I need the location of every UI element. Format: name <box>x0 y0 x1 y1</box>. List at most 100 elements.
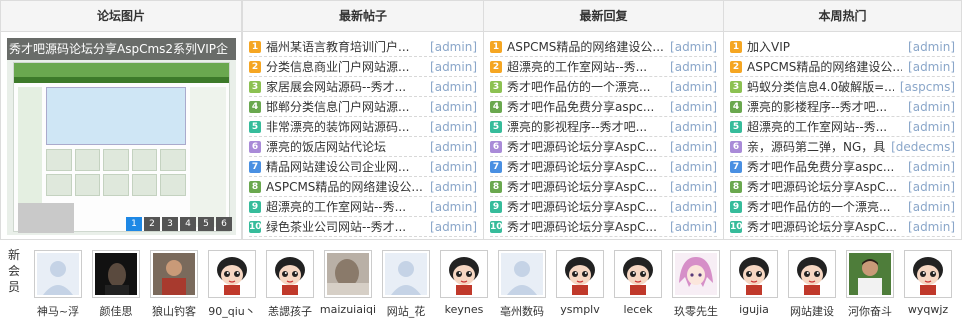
author-link[interactable]: [admin] <box>430 117 477 137</box>
slide-caption[interactable]: 秀才吧源码论坛分享AspCms2系列VIP企 <box>7 38 236 60</box>
slide-image[interactable] <box>13 62 230 233</box>
thread-title-link[interactable]: 绿色茶业公司网站--秀才... <box>266 217 424 237</box>
member-name-link[interactable]: keynes <box>435 303 493 316</box>
thread-title-link[interactable]: ASPCMS精品的网络建设公... <box>266 177 424 197</box>
thread-title-link[interactable]: 分类信息商业门户网站源... <box>266 57 424 77</box>
member-avatar[interactable] <box>730 250 778 298</box>
author-link[interactable]: [admin] <box>430 177 477 197</box>
thread-title-link[interactable]: 秀才吧源码论坛分享AspC... <box>507 157 664 177</box>
member-name-link[interactable]: igujia <box>725 303 783 316</box>
thread-title-link[interactable]: 秀才吧源码论坛分享AspC... <box>507 177 664 197</box>
member-card[interactable]: 网站建设 <box>783 250 841 319</box>
member-card[interactable]: igujia <box>725 250 783 316</box>
author-link[interactable]: [dedecms] <box>891 137 955 157</box>
thread-title-link[interactable]: 秀才吧源码论坛分享AspC... <box>507 197 664 217</box>
member-card[interactable]: 网站_花 <box>377 250 435 319</box>
slide-page-button[interactable]: 1 <box>126 217 142 231</box>
member-card[interactable]: 颜佳思 <box>87 250 145 319</box>
member-avatar[interactable] <box>208 250 256 298</box>
member-name-link[interactable]: 恙諰孩子 <box>261 303 319 319</box>
member-avatar[interactable] <box>556 250 604 298</box>
thread-title-link[interactable]: 超漂亮的工作室网站--秀... <box>266 197 424 217</box>
member-name-link[interactable]: 网站_花 <box>377 303 435 319</box>
member-card[interactable]: 神马~浮 <box>29 250 87 319</box>
member-card[interactable]: maizuiaiqi <box>319 250 377 316</box>
author-link[interactable]: [admin] <box>670 197 717 217</box>
member-avatar[interactable] <box>266 250 314 298</box>
author-link[interactable]: [admin] <box>670 137 717 157</box>
thread-title-link[interactable]: 家居展会网站源码--秀才... <box>266 77 424 97</box>
thread-title-link[interactable]: 漂亮的饭店网站代论坛 <box>266 137 424 157</box>
thread-title-link[interactable]: 秀才吧作品免费分享aspc... <box>507 97 664 117</box>
member-card[interactable]: 恙諰孩子 <box>261 250 319 319</box>
author-link[interactable]: [admin] <box>670 37 717 57</box>
author-link[interactable]: [admin] <box>670 57 717 77</box>
author-link[interactable]: [admin] <box>430 77 477 97</box>
thread-title-link[interactable]: 邯郸分类信息门户网站源... <box>266 97 424 117</box>
author-link[interactable]: [admin] <box>908 57 955 77</box>
author-link[interactable]: [admin] <box>430 217 477 237</box>
member-card[interactable]: 90_qiu丶 <box>203 250 261 319</box>
author-link[interactable]: [admin] <box>908 37 955 57</box>
member-avatar[interactable] <box>614 250 662 298</box>
thread-title-link[interactable]: 秀才吧源码论坛分享AspC... <box>747 217 902 237</box>
thread-title-link[interactable]: 蚂蚁分类信息4.0破解版=... <box>747 77 894 97</box>
member-name-link[interactable]: 90_qiu丶 <box>203 303 261 319</box>
member-name-link[interactable]: maizuiaiqi <box>319 303 377 316</box>
member-avatar[interactable] <box>672 250 720 298</box>
member-card[interactable]: 亳州数码 <box>493 250 551 319</box>
author-link[interactable]: [admin] <box>670 217 717 237</box>
slide-page-button[interactable]: 6 <box>216 217 232 231</box>
thread-title-link[interactable]: ASPCMS精品的网络建设公... <box>507 37 664 57</box>
thread-title-link[interactable]: 漂亮的影楼程序--秀才吧... <box>747 97 902 117</box>
member-avatar[interactable] <box>788 250 836 298</box>
member-name-link[interactable]: 网站建设 <box>783 303 841 319</box>
thread-title-link[interactable]: 超漂亮的工作室网站--秀... <box>507 57 664 77</box>
thread-title-link[interactable]: 精品网站建设公司企业网... <box>266 157 424 177</box>
author-link[interactable]: [admin] <box>908 217 955 237</box>
member-card[interactable]: ysmplv <box>551 250 609 316</box>
thread-title-link[interactable]: ASPCMS精品的网络建设公... <box>747 57 902 77</box>
member-avatar[interactable] <box>440 250 488 298</box>
member-name-link[interactable]: wyqwjz <box>899 303 957 316</box>
author-link[interactable]: [admin] <box>430 97 477 117</box>
author-link[interactable]: [admin] <box>430 137 477 157</box>
thread-title-link[interactable]: 超漂亮的工作室网站--秀... <box>747 117 902 137</box>
thread-title-link[interactable]: 秀才吧作品免费分享aspc... <box>747 157 902 177</box>
thread-title-link[interactable]: 亲，源码第二弹，NG，具... <box>747 137 885 157</box>
author-link[interactable]: [admin] <box>908 157 955 177</box>
member-avatar[interactable] <box>904 250 952 298</box>
author-link[interactable]: [admin] <box>670 157 717 177</box>
member-avatar[interactable] <box>382 250 430 298</box>
author-link[interactable]: [admin] <box>430 197 477 217</box>
author-link[interactable]: [admin] <box>908 177 955 197</box>
member-name-link[interactable]: ysmplv <box>551 303 609 316</box>
member-card[interactable]: wyqwjz <box>899 250 957 316</box>
author-link[interactable]: [admin] <box>908 97 955 117</box>
member-card[interactable]: lecek <box>609 250 667 316</box>
author-link[interactable]: [admin] <box>670 177 717 197</box>
author-link[interactable]: [admin] <box>430 57 477 77</box>
member-name-link[interactable]: 河你奋斗 <box>841 303 899 319</box>
member-name-link[interactable]: 亳州数码 <box>493 303 551 319</box>
thread-title-link[interactable]: 福州某语言教育培训门户... <box>266 37 424 57</box>
slide-page-button[interactable]: 5 <box>198 217 214 231</box>
slide-page-button[interactable]: 4 <box>180 217 196 231</box>
author-link[interactable]: [admin] <box>670 97 717 117</box>
author-link[interactable]: [admin] <box>670 77 717 97</box>
author-link[interactable]: [admin] <box>430 37 477 57</box>
member-avatar[interactable] <box>34 250 82 298</box>
member-card[interactable]: 河你奋斗 <box>841 250 899 319</box>
member-name-link[interactable]: lecek <box>609 303 667 316</box>
member-name-link[interactable]: 狼山钓客 <box>145 303 203 319</box>
author-link[interactable]: [admin] <box>908 117 955 137</box>
picture-slideshow[interactable]: 秀才吧源码论坛分享AspCms2系列VIP企 123456 <box>7 38 236 235</box>
thread-title-link[interactable]: 秀才吧作品仿的一个漂亮... <box>747 197 902 217</box>
member-avatar[interactable] <box>498 250 546 298</box>
member-name-link[interactable]: 神马~浮 <box>29 303 87 319</box>
member-card[interactable]: keynes <box>435 250 493 316</box>
slide-page-button[interactable]: 2 <box>144 217 160 231</box>
thread-title-link[interactable]: 秀才吧源码论坛分享AspC... <box>507 217 664 237</box>
thread-title-link[interactable]: 秀才吧源码论坛分享AspC... <box>747 177 902 197</box>
thread-title-link[interactable]: 非常漂亮的装饰网站源码... <box>266 117 424 137</box>
